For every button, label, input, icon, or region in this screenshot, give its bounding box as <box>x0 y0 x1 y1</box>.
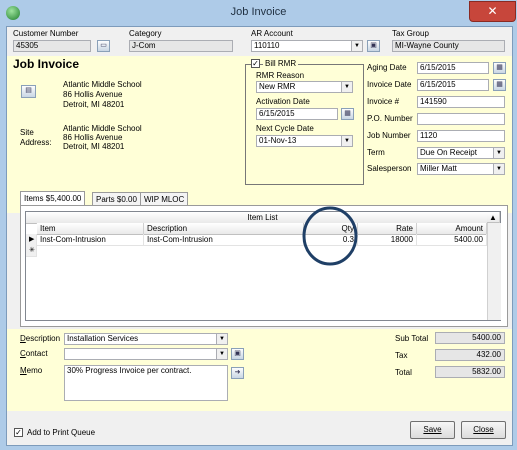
invoice-number-label: Invoice # <box>367 97 400 106</box>
tax-value: 432.00 <box>435 349 505 361</box>
new-row[interactable]: ✳ <box>26 245 500 257</box>
site-address-label: Address: <box>20 138 52 147</box>
tax-label: Tax <box>395 351 408 360</box>
tab-parts-label: Parts $0.00 <box>96 195 137 204</box>
table-row[interactable]: ▶ Inst-Com-Intrusion Inst-Com-Intrusion … <box>26 234 500 246</box>
description-value: Installation Services <box>67 334 139 343</box>
chevron-down-icon: ▼ <box>493 148 504 158</box>
next-cycle-date-value: 01-Nov-13 <box>259 136 297 145</box>
salesperson-label: Salesperson <box>367 164 412 173</box>
tab-items[interactable]: Items $5,400.00 <box>20 191 86 206</box>
invoice-date-field[interactable]: 6/15/2015 <box>417 79 489 91</box>
term-label: Term <box>367 148 385 157</box>
arrow-right-icon[interactable]: ➜ <box>231 367 244 379</box>
total-label: Total <box>395 368 412 377</box>
scroll-up-icon[interactable]: ▲ <box>487 212 500 223</box>
window-close-button[interactable]: ✕ <box>469 1 516 22</box>
save-label: Save <box>423 425 442 434</box>
calendar-icon[interactable]: ▦ <box>493 79 506 91</box>
bill-rmr-label: Bill RMR <box>263 59 299 68</box>
activation-date-field[interactable]: 6/15/2015 <box>256 108 338 120</box>
tab-wip-mloc-label: WIP MLOC <box>144 195 185 204</box>
bill-to-city: Detroit, MI 48201 <box>63 100 125 109</box>
page-title: Job Invoice <box>13 57 80 71</box>
term-value: Due On Receipt <box>420 148 477 157</box>
title-bar: Job Invoice ✕ <box>0 0 517 26</box>
contact-card-icon[interactable]: ▣ <box>231 348 244 360</box>
aging-date-label: Aging Date <box>367 63 407 72</box>
job-number-field[interactable]: 1120 <box>417 130 505 142</box>
category-label: Category <box>129 29 162 38</box>
ar-account-value: 110110 <box>254 41 280 50</box>
chevron-down-icon: ▼ <box>216 349 227 359</box>
subtotal-value: 5400.00 <box>435 332 505 344</box>
chevron-down-icon: ▼ <box>351 41 362 51</box>
next-cycle-date-label: Next Cycle Date <box>256 124 314 133</box>
row-header-corner <box>26 223 37 224</box>
po-number-label: P.O. Number <box>367 114 413 123</box>
customer-number-label: Customer Number <box>13 29 79 38</box>
site-label: Site <box>20 128 34 137</box>
new-row-icon: ✳ <box>26 245 37 257</box>
calendar-icon[interactable]: ▦ <box>493 62 506 74</box>
close-label: Close <box>473 425 494 434</box>
memo-label: Memo <box>20 366 43 375</box>
save-button[interactable]: Save <box>410 421 455 439</box>
site-street: 86 Hollis Avenue <box>63 133 123 142</box>
site-name: Atlantic Middle School <box>63 124 142 133</box>
contact-select[interactable]: ▼ <box>64 348 228 360</box>
memo-field[interactable]: 30% Progress Invoice per contract. <box>64 365 228 401</box>
bill-rmr-checkbox[interactable]: ✓ <box>251 59 260 68</box>
contact-label: Contact <box>20 349 48 358</box>
invoice-date-label: Invoice Date <box>367 80 412 89</box>
tax-group-label: Tax Group <box>392 29 429 38</box>
tab-items-label: Items $5,400.00 <box>24 194 82 203</box>
calendar-icon[interactable]: ▦ <box>341 108 354 120</box>
subtotal-label: Sub Total <box>395 334 429 343</box>
bill-to-street: 86 Hollis Avenue <box>63 90 123 99</box>
aging-date-field[interactable]: 6/15/2015 <box>417 62 489 74</box>
salesperson-value: Miller Matt <box>420 164 457 173</box>
vertical-scrollbar[interactable] <box>487 223 501 320</box>
chevron-down-icon: ▼ <box>493 164 504 174</box>
close-button[interactable]: Close <box>461 421 506 439</box>
chevron-down-icon: ▼ <box>216 334 227 344</box>
tax-group-field[interactable]: MI-Wayne County <box>392 40 505 52</box>
activation-date-label: Activation Date <box>256 97 310 106</box>
next-cycle-date-select[interactable]: 01-Nov-13 ▼ <box>256 135 353 147</box>
ar-account-select[interactable]: 110110 ▼ <box>251 40 363 52</box>
monitor-icon[interactable]: ▣ <box>367 40 380 52</box>
window-title: Job Invoice <box>230 6 287 18</box>
rmr-reason-select[interactable]: New RMR ▼ <box>256 81 353 93</box>
site-city: Detroit, MI 48201 <box>63 142 125 151</box>
tab-wip-mloc[interactable]: WIP MLOC <box>140 192 189 206</box>
job-invoice-window: Job Invoice ✕ Customer Number 45305 ▭ Ca… <box>0 0 517 450</box>
term-select[interactable]: Due On Receipt ▼ <box>417 147 505 159</box>
print-queue-label: Add to Print Queue <box>27 428 96 437</box>
item-list-grid: Item List Item Description Qty Rate Amou… <box>25 211 501 321</box>
qty-highlight-annotation <box>302 206 358 266</box>
category-field[interactable]: J-Com <box>129 40 233 52</box>
address-card-icon[interactable]: ▤ <box>21 85 36 98</box>
description-label: Description <box>20 334 61 343</box>
ar-account-label: AR Account <box>251 29 293 38</box>
tab-parts[interactable]: Parts $0.00 <box>92 192 141 206</box>
chevron-down-icon: ▼ <box>341 136 352 146</box>
bill-to-name: Atlantic Middle School <box>63 80 142 89</box>
rmr-reason-value: New RMR <box>259 82 296 91</box>
client-area: Customer Number 45305 ▭ Category J-Com A… <box>6 26 513 446</box>
job-number-label: Job Number <box>367 131 411 140</box>
description-select[interactable]: Installation Services ▼ <box>64 333 228 345</box>
po-number-field[interactable] <box>417 113 505 125</box>
rmr-reason-label: RMR Reason <box>256 71 305 80</box>
salesperson-select[interactable]: Miller Matt ▼ <box>417 163 505 175</box>
customer-lookup-icon[interactable]: ▭ <box>97 40 110 52</box>
total-value: 5832.00 <box>435 366 505 378</box>
customer-number-field[interactable]: 45305 <box>13 40 91 52</box>
chevron-down-icon: ▼ <box>341 82 352 92</box>
print-queue-checkbox[interactable]: ✓ <box>14 428 23 437</box>
invoice-number-field[interactable]: 141590 <box>417 96 505 108</box>
